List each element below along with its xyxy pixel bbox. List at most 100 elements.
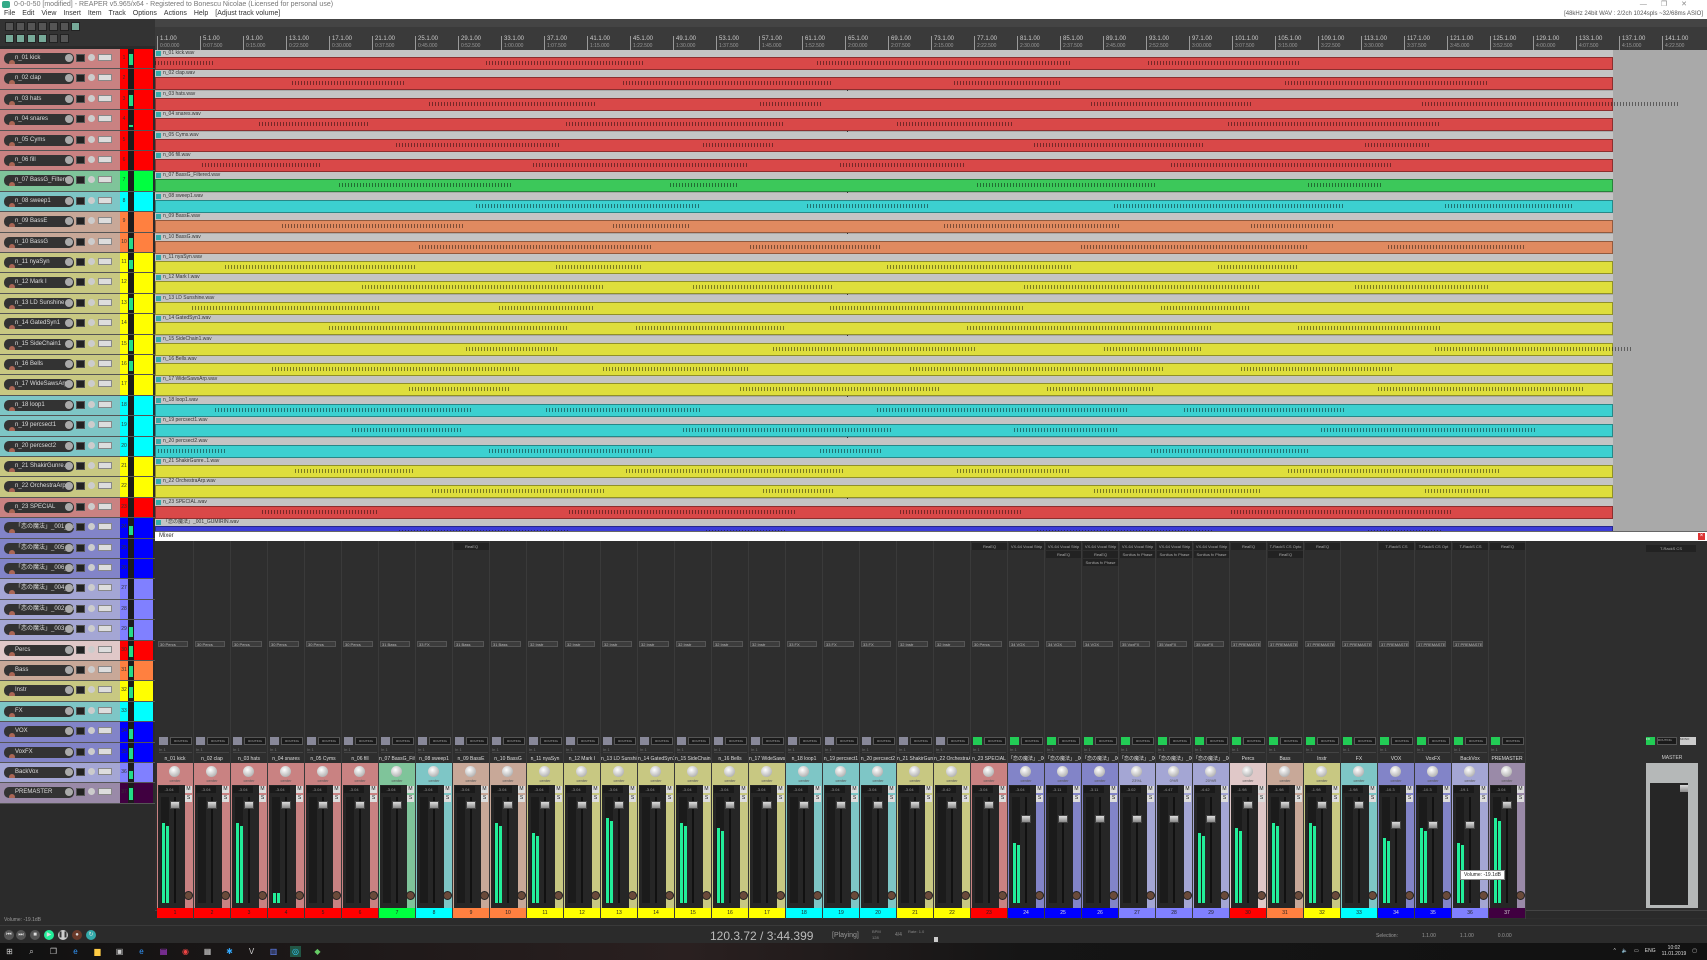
- width-knob[interactable]: [1146, 891, 1155, 900]
- reaper-taskbar-icon[interactable]: ◎: [290, 946, 301, 957]
- volume-fader[interactable]: [984, 801, 994, 809]
- mute-solo-buttons[interactable]: [98, 482, 112, 490]
- record-arm-icon[interactable]: [9, 774, 15, 778]
- record-arm-icon[interactable]: [9, 549, 15, 554]
- volume-readout[interactable]: -3.11: [1047, 786, 1067, 793]
- solo-button[interactable]: S: [814, 795, 821, 802]
- track-row[interactable]: n_01 kick 1: [0, 49, 155, 70]
- fx-button[interactable]: [1158, 737, 1167, 745]
- fx-button[interactable]: [1195, 737, 1204, 745]
- track-name[interactable]: n_12 Mark I: [4, 277, 74, 289]
- fx-button[interactable]: [307, 737, 316, 745]
- io-button[interactable]: [76, 380, 85, 389]
- track-name[interactable]: 「恋の魔法」_005_GUMI: [4, 542, 74, 554]
- mute-button[interactable]: M: [592, 786, 599, 793]
- routing-button[interactable]: ROUTING: [1058, 737, 1080, 745]
- track-row[interactable]: VoxFX 35: [0, 742, 155, 763]
- solo-button[interactable]: S: [592, 795, 599, 802]
- volume-fader[interactable]: [799, 801, 809, 809]
- routing-button[interactable]: ROUTING: [1465, 737, 1487, 745]
- solo-button[interactable]: S: [1073, 795, 1080, 802]
- menu-help[interactable]: Help: [194, 9, 208, 19]
- pan-knob[interactable]: [835, 766, 846, 777]
- track-name[interactable]: n_11 nyaSyn: [4, 257, 74, 268]
- input-select[interactable]: In 1: [1195, 747, 1228, 753]
- track-name[interactable]: 「恋の魔法」_002_GI_2: [4, 603, 74, 615]
- go-end-button[interactable]: ⏭: [16, 930, 26, 940]
- width-knob[interactable]: [1257, 891, 1266, 900]
- record-arm-icon[interactable]: [9, 631, 15, 636]
- track-name[interactable]: n_14 GatedSyn1: [4, 318, 74, 330]
- mute-button[interactable]: M: [222, 786, 229, 793]
- pan-knob[interactable]: [88, 156, 95, 163]
- pan-knob[interactable]: [1279, 766, 1290, 777]
- pan-knob[interactable]: [502, 766, 513, 777]
- item-header[interactable]: n_18 loop1.wav: [155, 396, 1613, 404]
- track-name[interactable]: BackVox: [4, 767, 74, 778]
- volume-knob[interactable]: [65, 666, 73, 674]
- record-arm-icon[interactable]: [9, 508, 15, 513]
- fx-button[interactable]: [270, 737, 279, 745]
- track-lane[interactable]: n_23 SPECIAL.wav: [155, 498, 1707, 519]
- track-lane[interactable]: n_17 WideSawsArp.wav: [155, 376, 1707, 397]
- volume-readout[interactable]: -3.11: [1084, 786, 1104, 793]
- send-slot[interactable]: 31 Bass: [491, 641, 521, 647]
- routing-button[interactable]: ROUTING: [1428, 737, 1450, 745]
- width-knob[interactable]: [1442, 891, 1451, 900]
- item-header[interactable]: n_08 sweep1.wav: [155, 192, 1613, 200]
- fx-button[interactable]: [825, 737, 834, 745]
- solo-button[interactable]: S: [1443, 795, 1450, 802]
- width-knob[interactable]: [1072, 891, 1081, 900]
- width-knob[interactable]: [295, 891, 304, 900]
- item-header[interactable]: n_22 OrchestraArp.wav: [155, 478, 1613, 486]
- record-arm-icon[interactable]: [9, 651, 15, 656]
- pan-knob[interactable]: [169, 766, 180, 777]
- pan-knob[interactable]: [1464, 766, 1475, 777]
- mute-button[interactable]: M: [185, 786, 192, 793]
- record-arm-icon[interactable]: [9, 733, 15, 738]
- track-row[interactable]: n_05 Cyms 5: [0, 130, 155, 151]
- width-knob[interactable]: [961, 891, 970, 900]
- track-name[interactable]: n_01 kick: [4, 53, 74, 64]
- io-button[interactable]: [76, 135, 85, 144]
- mute-button[interactable]: M: [407, 786, 414, 793]
- pan-knob[interactable]: [88, 604, 95, 612]
- track-row[interactable]: 「恋の魔法」_006_GUMI 26: [0, 559, 155, 580]
- io-button[interactable]: [76, 706, 85, 715]
- fx-button[interactable]: [1269, 737, 1278, 745]
- pan-knob[interactable]: [280, 766, 291, 777]
- media-item[interactable]: [155, 97, 1613, 111]
- width-knob[interactable]: [517, 891, 526, 900]
- io-button[interactable]: [76, 543, 85, 552]
- pan-knob[interactable]: [1353, 766, 1364, 777]
- io-button[interactable]: [76, 237, 85, 246]
- track-lane[interactable]: n_19 percsect1.wav: [155, 417, 1707, 438]
- send-slot[interactable]: 33 FX: [787, 641, 817, 647]
- mute-button[interactable]: M: [259, 786, 266, 793]
- mute-button[interactable]: M: [1517, 786, 1524, 793]
- item-header[interactable]: n_02 clap.wav: [155, 70, 1613, 78]
- volume-readout[interactable]: -1.98: [1269, 786, 1289, 793]
- track-name[interactable]: n_05 Cyms: [4, 134, 74, 146]
- fx-button[interactable]: [1491, 737, 1500, 745]
- volume-readout[interactable]: -3.04: [788, 786, 808, 793]
- pan-knob[interactable]: [88, 54, 95, 61]
- solo-button[interactable]: S: [259, 795, 266, 802]
- fx-slot[interactable]: Sonitus fx Phase: [1194, 551, 1229, 558]
- input-select[interactable]: In 1: [1306, 747, 1339, 753]
- media-item[interactable]: [155, 485, 1613, 499]
- volume-knob[interactable]: [65, 360, 73, 368]
- volume-readout[interactable]: -3.04: [714, 786, 734, 793]
- volume-readout[interactable]: -19.1: [1454, 786, 1474, 793]
- track-name[interactable]: n_19 percsect1: [4, 420, 74, 432]
- io-button[interactable]: [76, 421, 85, 430]
- mute-button[interactable]: M: [444, 786, 451, 793]
- volume-fader[interactable]: [762, 801, 772, 809]
- track-row[interactable]: n_23 SPECIAL 23: [0, 497, 155, 519]
- pan-knob[interactable]: [872, 766, 883, 777]
- track-lane[interactable]: n_18 loop1.wav: [155, 396, 1707, 417]
- fx-button[interactable]: [1306, 737, 1315, 745]
- mute-button[interactable]: M: [1406, 786, 1413, 793]
- volume-knob[interactable]: [65, 54, 73, 62]
- loop-icon[interactable]: [49, 34, 58, 43]
